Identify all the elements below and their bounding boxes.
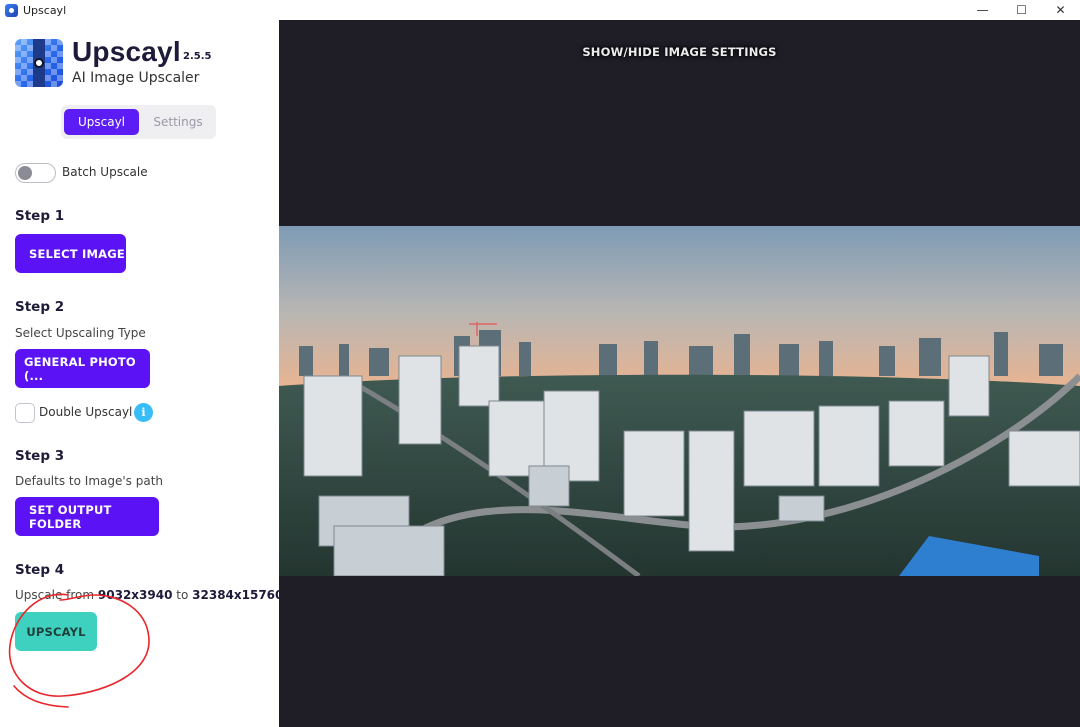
info-icon[interactable]: i: [134, 403, 153, 422]
upscayl-logo-icon: [15, 39, 63, 87]
tab-settings[interactable]: Settings: [143, 109, 213, 135]
window-titlebar: Upscayl — ☐ ✕: [0, 0, 1080, 20]
tab-bar: Upscayl Settings: [61, 105, 216, 139]
double-upscayl-checkbox[interactable]: [15, 403, 35, 423]
brand-tagline: AI Image Upscaler: [72, 70, 200, 86]
step-1-title: Step 1: [15, 208, 65, 224]
upscale-to-size: 32384x15760: [192, 588, 284, 602]
maximize-button[interactable]: ☐: [1002, 0, 1041, 20]
tab-upscayl[interactable]: Upscayl: [64, 109, 139, 135]
window-title: Upscayl: [23, 3, 67, 17]
window-controls: — ☐ ✕: [963, 0, 1080, 20]
brand-name: Upscayl: [72, 36, 181, 67]
close-button[interactable]: ✕: [1041, 0, 1080, 20]
sidebar: Upscayl 2.5.5 AI Image Upscaler Upscayl …: [0, 20, 283, 727]
upscayl-button[interactable]: UPSCAYL: [15, 612, 97, 651]
set-output-folder-button[interactable]: SET OUTPUT FOLDER: [15, 497, 159, 536]
upscale-to-word: to: [176, 588, 189, 602]
double-upscayl-label: Double Upscayl: [39, 405, 133, 419]
select-image-button[interactable]: SELECT IMAGE: [15, 234, 126, 273]
upscale-size-info: Upscale from 9032x3940 to 32384x15760: [15, 588, 283, 602]
batch-upscale-label: Batch Upscale: [62, 165, 148, 179]
step-4-title: Step 4: [15, 562, 65, 578]
upscale-from-size: 9032x3940: [97, 588, 173, 602]
step-2-description: Select Upscaling Type: [15, 326, 146, 340]
upscale-prefix: Upscale from: [15, 588, 95, 602]
batch-upscale-toggle[interactable]: [15, 163, 56, 183]
minimize-button[interactable]: —: [963, 0, 1002, 20]
toggle-knob: [18, 166, 32, 180]
city-panorama-image: [279, 226, 1080, 576]
upscaling-type-select[interactable]: GENERAL PHOTO (...: [15, 349, 150, 388]
show-hide-image-settings-button[interactable]: SHOW/HIDE IMAGE SETTINGS: [279, 45, 1080, 59]
step-3-description: Defaults to Image's path: [15, 474, 164, 488]
step-3-title: Step 3: [15, 448, 65, 464]
main-preview-area: SHOW/HIDE IMAGE SETTINGS: [279, 20, 1080, 727]
step-2-title: Step 2: [15, 299, 65, 315]
image-preview[interactable]: [279, 226, 1080, 576]
app-icon: [5, 3, 18, 17]
brand-version: 2.5.5: [183, 51, 212, 62]
